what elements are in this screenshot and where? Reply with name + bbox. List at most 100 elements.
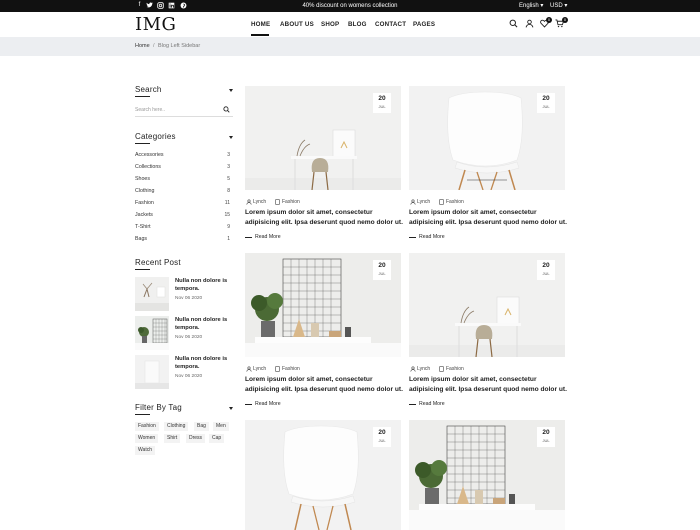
nav-about-us[interactable]: ABOUT US	[280, 21, 314, 28]
author-icon	[246, 366, 252, 372]
recent-post-thumbnail[interactable]	[135, 316, 169, 350]
language-select[interactable]: English ▾	[519, 1, 543, 11]
read-more-link[interactable]: Read More	[255, 234, 281, 240]
post-date-month: JUL	[542, 271, 550, 276]
post-date-badge: 20 JUL	[373, 260, 391, 280]
post-date-badge: 20 JUL	[373, 93, 391, 113]
category-icon	[275, 366, 280, 372]
breadcrumb-home[interactable]: Home	[135, 43, 150, 49]
post-date-day: 20	[378, 429, 386, 436]
category-item[interactable]: Jackets	[135, 212, 153, 218]
post-author[interactable]: Lynch	[417, 199, 430, 205]
category-item[interactable]: Fashion	[135, 200, 154, 206]
post-category[interactable]: Fashion	[446, 199, 464, 205]
post-category[interactable]: Fashion	[446, 366, 464, 372]
tag-clothing[interactable]: Clothing	[164, 422, 189, 431]
recent-post-date: Nov 06 2020	[175, 374, 203, 379]
category-count: 3	[227, 164, 230, 170]
category-item[interactable]: Clothing	[135, 188, 154, 194]
category-count: 11	[224, 200, 230, 206]
post-date-badge: 20 JUL	[373, 427, 391, 447]
tag-fashion[interactable]: Fashion	[135, 422, 159, 431]
post-category[interactable]: Fashion	[282, 199, 300, 205]
user-icon[interactable]	[525, 19, 535, 29]
post-author[interactable]: Lynch	[253, 366, 266, 372]
post-date-month: JUL	[378, 271, 386, 276]
read-more-line	[409, 404, 416, 405]
recent-post-date: Nov 06 2020	[175, 335, 203, 340]
top-bar: f 40% discount on womens collection Engl…	[0, 0, 700, 12]
post-title[interactable]: Lorem ipsum dolor sit amet, consectetur …	[409, 208, 569, 228]
author-icon	[410, 366, 416, 372]
logo[interactable]: IMG	[135, 14, 176, 35]
post-date-month: JUL	[542, 104, 550, 109]
chevron-down-icon[interactable]	[229, 89, 233, 92]
read-more-link[interactable]: Read More	[419, 234, 445, 240]
tag-women[interactable]: Women	[135, 434, 159, 443]
breadcrumb-separator: /	[153, 43, 155, 49]
recent-post-thumbnail[interactable]	[135, 277, 169, 311]
tag-bag[interactable]: Bag	[194, 422, 209, 431]
post-date-badge: 20 JUL	[537, 427, 555, 447]
tag-shirt[interactable]: Shirt	[164, 434, 181, 443]
recent-post-title[interactable]: Nulla non dolore is tempora.	[175, 277, 233, 293]
author-icon	[246, 199, 252, 205]
title-underline	[135, 96, 150, 97]
post-date-day: 20	[542, 429, 550, 436]
category-count: 9	[227, 224, 230, 230]
post-category[interactable]: Fashion	[282, 366, 300, 372]
category-count: 1	[227, 236, 230, 242]
category-count: 15	[224, 212, 230, 218]
nav-contact[interactable]: CONTACT	[375, 21, 406, 28]
category-item[interactable]: Accessories	[135, 152, 164, 158]
nav-pages[interactable]: PAGES	[413, 21, 435, 28]
post-author[interactable]: Lynch	[417, 366, 430, 372]
search-placeholder[interactable]: Search here..	[135, 107, 165, 113]
chevron-down-icon[interactable]	[229, 136, 233, 139]
post-date-day: 20	[542, 95, 550, 102]
read-more-link[interactable]: Read More	[419, 401, 445, 407]
tag-men[interactable]: Men	[213, 422, 229, 431]
category-item[interactable]: Collections	[135, 164, 161, 170]
post-author[interactable]: Lynch	[253, 199, 266, 205]
category-item[interactable]: Shoes	[135, 176, 150, 182]
recent-post-title[interactable]: Nulla non dolore is tempora.	[175, 316, 233, 332]
post-title[interactable]: Lorem ipsum dolor sit amet, consectetur …	[245, 375, 405, 395]
search-icon[interactable]	[509, 19, 519, 29]
tag-cap[interactable]: Cap	[209, 434, 225, 443]
nav-active-indicator	[251, 34, 269, 36]
post-date-month: JUL	[378, 438, 386, 443]
promo-text: 40% discount on womens collection	[302, 3, 398, 9]
category-icon	[439, 199, 444, 205]
read-more-line	[245, 237, 252, 238]
read-more-line	[245, 404, 252, 405]
wishlist-count-badge: 0	[546, 17, 552, 23]
nav-home[interactable]: HOME	[251, 21, 270, 28]
post-date-month: JUL	[378, 104, 386, 109]
category-count: 5	[227, 176, 230, 182]
recent-post-thumbnail[interactable]	[135, 355, 169, 389]
tag-watch[interactable]: Watch	[135, 446, 155, 455]
search-icon[interactable]	[223, 106, 230, 113]
recent-post-title[interactable]: Nulla non dolore is tempora.	[175, 355, 233, 371]
category-count: 3	[227, 152, 230, 158]
category-item[interactable]: Bags	[135, 236, 147, 242]
category-icon	[275, 199, 280, 205]
nav-shop[interactable]: SHOP	[321, 21, 339, 28]
nav-blog[interactable]: BLOG	[348, 21, 367, 28]
post-date-day: 20	[378, 95, 386, 102]
title-underline	[135, 414, 150, 415]
post-title[interactable]: Lorem ipsum dolor sit amet, consectetur …	[409, 375, 569, 395]
category-icon	[439, 366, 444, 372]
search-widget-title: Search	[135, 85, 162, 94]
post-title[interactable]: Lorem ipsum dolor sit amet, consectetur …	[245, 208, 405, 228]
chevron-down-icon[interactable]	[229, 407, 233, 410]
category-item[interactable]: T-Shirt	[135, 224, 151, 230]
read-more-link[interactable]: Read More	[255, 401, 281, 407]
category-count: 8	[227, 188, 230, 194]
cart-count-badge: 0	[562, 17, 568, 23]
read-more-line	[409, 237, 416, 238]
tag-dress[interactable]: Dress	[186, 434, 206, 443]
currency-select[interactable]: USD ▾	[550, 1, 567, 11]
post-date-badge: 20 JUL	[537, 260, 555, 280]
